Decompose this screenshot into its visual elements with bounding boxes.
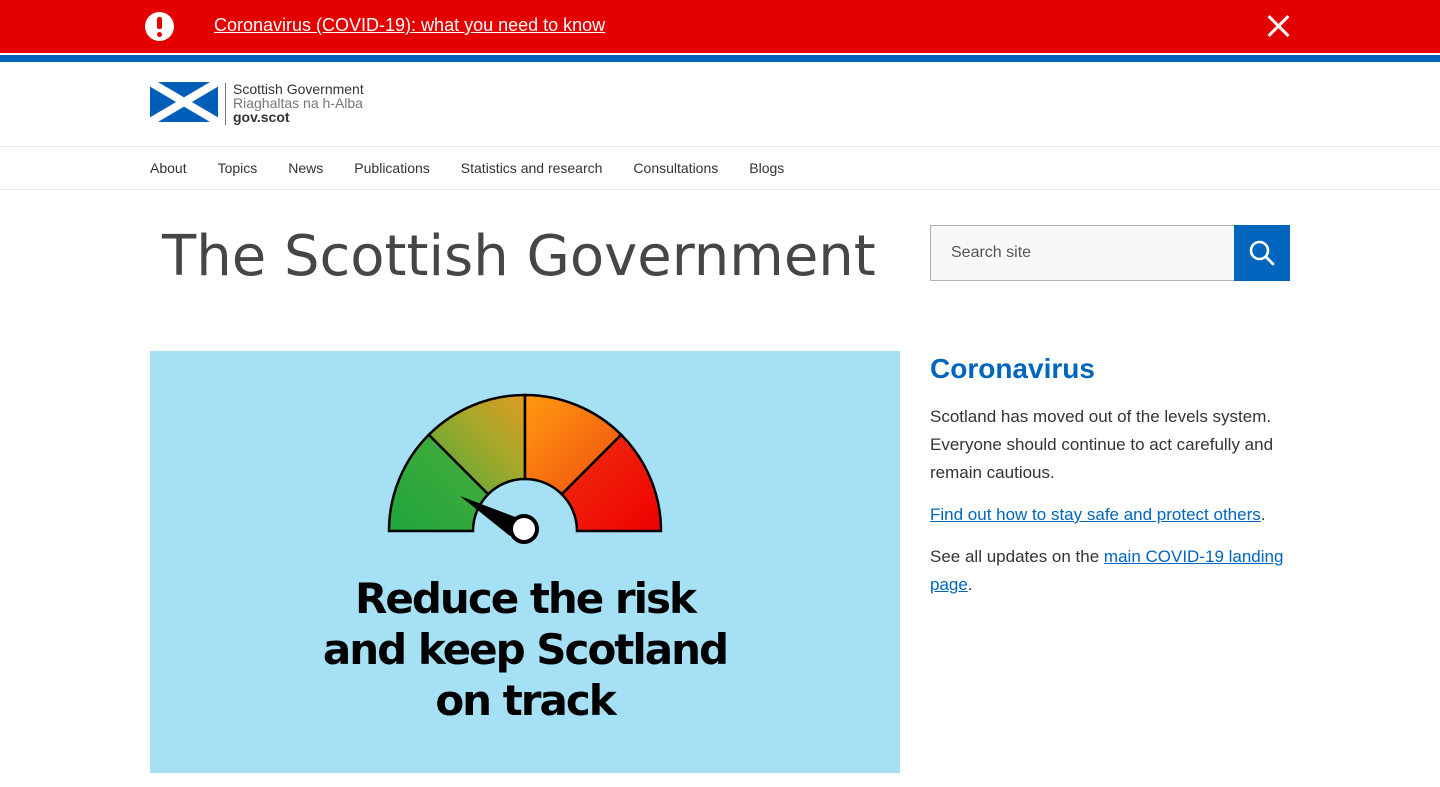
hero-slogan: Reduce the risk and keep Scotland on tra… <box>150 573 900 726</box>
logo-domain: gov.scot <box>233 109 290 125</box>
risk-gauge-icon <box>387 393 663 544</box>
logo-divider <box>225 83 226 125</box>
coronavirus-summary: Scotland has moved out of the levels sys… <box>930 407 1274 482</box>
covid-alert-banner: Coronavirus (COVID-19): what you need to… <box>0 0 1440 53</box>
main-navigation: About Topics News Publications Statistic… <box>0 147 1440 190</box>
coronavirus-heading[interactable]: Coronavirus <box>930 352 1290 386</box>
page-title: The Scottish Government <box>162 224 876 289</box>
updates-prefix: See all updates on the <box>930 547 1104 566</box>
exclamation-icon <box>145 12 174 41</box>
stay-safe-suffix: . <box>1260 505 1266 524</box>
hero-image[interactable]: Reduce the risk and keep Scotland on tra… <box>150 351 900 773</box>
search-icon <box>1249 240 1275 266</box>
close-icon[interactable] <box>1266 13 1292 39</box>
nav-item-news[interactable]: News <box>288 160 323 176</box>
updates-suffix: . <box>967 575 973 594</box>
covid-alert-link[interactable]: Coronavirus (COVID-19): what you need to… <box>214 15 605 36</box>
site-search <box>930 225 1290 281</box>
nav-item-publications[interactable]: Publications <box>354 160 430 176</box>
stay-safe-paragraph: Find out how to stay safe and protect ot… <box>930 501 1290 529</box>
hero-slogan-line2: and keep Scotland <box>322 625 729 674</box>
brand-bar <box>0 55 1440 62</box>
hero-slogan-line1: Reduce the risk <box>355 574 697 623</box>
coronavirus-panel: Coronavirus Scotland has moved out of th… <box>930 352 1290 599</box>
nav-item-about[interactable]: About <box>150 160 187 176</box>
search-button[interactable] <box>1234 225 1290 281</box>
nav-item-blogs[interactable]: Blogs <box>749 160 784 176</box>
site-header: Scottish Government Riaghaltas na h-Alba… <box>0 62 1440 147</box>
saltire-flag-icon <box>150 82 218 122</box>
search-input[interactable] <box>930 225 1235 281</box>
site-logo[interactable]: Scottish Government Riaghaltas na h-Alba… <box>150 82 390 126</box>
nav-item-topics[interactable]: Topics <box>218 160 258 176</box>
hero-slogan-line3: on track <box>435 676 616 725</box>
nav-item-consultations[interactable]: Consultations <box>633 160 718 176</box>
stay-safe-link[interactable]: Find out how to stay safe and protect ot… <box>930 505 1261 524</box>
updates-paragraph: See all updates on the main COVID-19 lan… <box>930 543 1290 599</box>
nav-item-statistics[interactable]: Statistics and research <box>461 160 603 176</box>
